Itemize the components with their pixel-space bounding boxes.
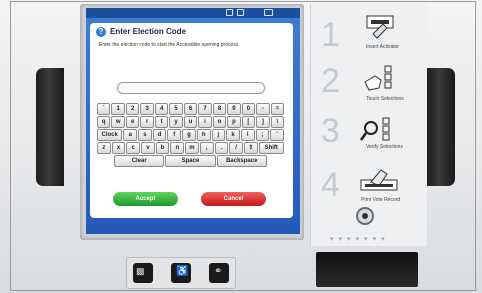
key-char[interactable]: x (111, 142, 126, 154)
accept-button[interactable]: Accept (113, 192, 178, 206)
print-record-icon (360, 169, 398, 191)
key-char[interactable]: 4 (154, 103, 169, 115)
key-char[interactable]: v (141, 142, 155, 154)
step-label-1: Insert Activator (366, 44, 400, 50)
step-label-3: Verify Selections (366, 144, 403, 150)
key-char[interactable]: 2 (125, 103, 140, 115)
dialog-instruction: Enter the election code to start the Acc… (99, 42, 240, 48)
key-char[interactable]: , (199, 142, 214, 154)
step-number-3: 3 (321, 112, 340, 150)
cancel-button[interactable]: Cancel (201, 192, 266, 206)
key-char[interactable]: 8 (212, 103, 227, 115)
key-char[interactable]: s (138, 129, 152, 141)
magnifier-icon (359, 117, 390, 141)
key-char[interactable]: b (155, 142, 170, 154)
key-char[interactable]: p (227, 116, 241, 128)
key-char[interactable]: ' (270, 129, 284, 141)
key-char[interactable]: 7 (198, 103, 212, 115)
dialog-title: Enter Election Code (110, 27, 187, 36)
key-char[interactable]: ] (256, 116, 270, 128)
activator-port-icon[interactable]: ▩ (133, 263, 153, 283)
key-char[interactable]: c (126, 142, 141, 154)
key-char[interactable]: 1 (111, 103, 125, 115)
key-char[interactable]: w (111, 116, 125, 128)
key-char[interactable]: o (212, 116, 227, 128)
printer-slot (316, 252, 418, 287)
step-label-2: Touch Selections (366, 96, 404, 102)
keyboard-row: q w e r t y u i o p[] \ (97, 116, 285, 128)
touch-screen: ? Enter Election Code Enter the election… (86, 8, 300, 234)
key-char[interactable]: f (167, 129, 182, 141)
key-char[interactable]: 0 (241, 103, 256, 115)
key-char[interactable]: ; (255, 129, 270, 141)
left-handle-grip (36, 68, 64, 186)
key-clear[interactable]: Clear (114, 155, 165, 167)
right-handle-grip (427, 68, 455, 186)
printer-slot-indicators: ▾▾▾▾▾▾▾ (330, 236, 390, 243)
key-backspace[interactable]: Backspace (216, 155, 267, 167)
key-char[interactable]: \ (270, 116, 285, 128)
keyboard-row: ` 1 2 3 4 5 6 7 8 9 0- = (97, 103, 285, 115)
step-label-4: Print Vote Record (361, 197, 401, 203)
key-char[interactable]: r (140, 116, 154, 128)
keyboard-spacer (97, 155, 113, 167)
key-char[interactable]: d (152, 129, 167, 141)
network-icon (226, 9, 233, 16)
key-char[interactable]: y (169, 116, 183, 128)
key-char[interactable]: [ (241, 116, 256, 128)
key-char[interactable]: 9 (227, 103, 241, 115)
accessibility-port-icon[interactable]: ♿ (171, 263, 191, 283)
key-char[interactable]: a (123, 129, 138, 141)
key-char[interactable]: - (256, 103, 270, 115)
key-char[interactable]: 3 (140, 103, 154, 115)
step-number-1: 1 (321, 16, 340, 54)
key-char[interactable]: h (196, 129, 211, 141)
key-char[interactable]: u (183, 116, 198, 128)
on-screen-keyboard: ` 1 2 3 4 5 6 7 8 9 0- = q w e r t y u i o p[] \ Clock a s d f g h j… (97, 103, 285, 175)
keyboard-spacer (268, 155, 284, 167)
key-char[interactable]: q (97, 116, 111, 128)
window-icon (264, 9, 273, 16)
key-shift[interactable]: Shift (258, 142, 284, 154)
key-char[interactable]: . (214, 142, 229, 154)
step-number-2: 2 (321, 62, 340, 100)
key-char[interactable]: z (97, 142, 111, 154)
key-char[interactable]: i (198, 116, 212, 128)
key-char[interactable]: 6 (183, 103, 198, 115)
headphone-jack-icon[interactable]: ⚭ (209, 263, 229, 283)
key-char[interactable]: j (211, 129, 226, 141)
key-space[interactable]: Space (165, 155, 216, 167)
accessibility-connectors: ▩ ♿ ⚭ (126, 257, 236, 289)
keyboard-row: z x c v b n m,. / ⇧ Shift (97, 142, 284, 154)
key-char[interactable]: ⇧ (243, 142, 258, 154)
voting-machine: ? Enter Election Code Enter the election… (0, 0, 482, 293)
help-icon[interactable]: ? (96, 27, 106, 37)
key-char[interactable]: m (185, 142, 199, 154)
step-number-4: 4 (321, 166, 340, 204)
touch-hand-icon (364, 65, 392, 91)
election-code-input[interactable] (117, 82, 265, 94)
key-char[interactable]: e (125, 116, 140, 128)
keyboard-row: Clock a s d f g h j k l; ' (97, 129, 284, 141)
headphone-port-icon[interactable] (356, 207, 374, 225)
key-char[interactable]: ` (97, 103, 111, 115)
key-char[interactable]: k (226, 129, 240, 141)
screen-taskbar (86, 8, 300, 18)
key-char[interactable]: t (154, 116, 169, 128)
key-char[interactable]: g (182, 129, 196, 141)
key-char[interactable]: l (240, 129, 255, 141)
key-char[interactable]: / (229, 142, 243, 154)
key-char[interactable]: = (270, 103, 285, 115)
key-char[interactable]: n (170, 142, 185, 154)
battery-icon (237, 9, 244, 16)
election-code-dialog: ? Enter Election Code Enter the election… (90, 23, 293, 218)
key-clock[interactable]: Clock (97, 129, 123, 141)
activator-card-icon (366, 15, 394, 39)
key-char[interactable]: 5 (169, 103, 183, 115)
keyboard-row: Clear Space Backspace (97, 155, 284, 167)
